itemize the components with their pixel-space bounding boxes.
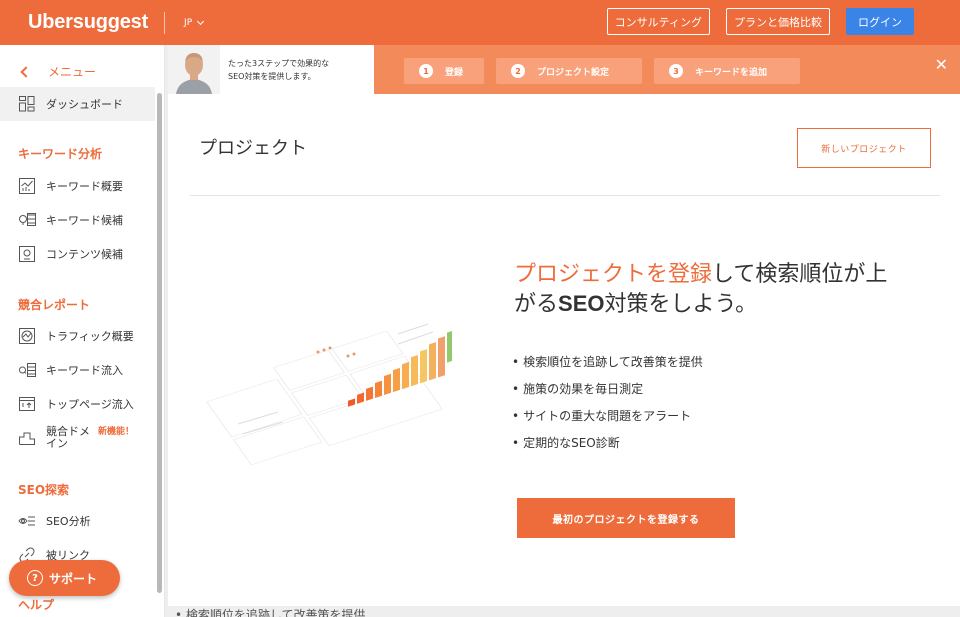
brand-logo[interactable]: Ubersuggest <box>28 11 148 34</box>
traffic-icon <box>17 326 37 346</box>
top-bar: Ubersuggest JP コンサルティング プランと価格比較 ログイン <box>0 0 960 45</box>
step-number: 2 <box>511 64 525 78</box>
onboarding-step-project-setup[interactable]: 2 プロジェクト設定 <box>496 58 642 84</box>
sidebar-item-label: SEO分析 <box>46 515 91 528</box>
sidebar-item-dashboard[interactable]: ダッシュボード <box>0 87 155 121</box>
sidebar-item-keyword-ideas[interactable]: キーワード候補 <box>0 203 155 237</box>
support-button[interactable]: ? サポート <box>9 560 120 596</box>
register-first-project-button[interactable]: 最初のプロジェクトを登録する <box>517 498 735 538</box>
language-selector[interactable]: JP <box>184 17 205 28</box>
sidebar-item-label: コンテンツ候補 <box>46 248 123 261</box>
top-pages-icon <box>17 394 37 414</box>
search-list-icon <box>17 360 37 380</box>
hero-text-1: して検索順位が上 <box>712 262 888 287</box>
hero-heading: プロジェクトを登録して検索順位が上がるSEO対策をしよう。 <box>514 260 934 319</box>
sidebar-item-seo-analysis[interactable]: SEO分析 <box>0 504 155 538</box>
new-feature-badge: 新機能！ <box>98 427 135 437</box>
close-icon[interactable]: ✕ <box>935 55 948 74</box>
onboarding-text-line2: SEO対策を提供します。 <box>228 71 316 81</box>
help-circle-icon: ? <box>27 570 43 586</box>
feature-item: 定期的なSEO診断 <box>512 434 620 451</box>
chevron-left-icon <box>20 65 32 78</box>
divider <box>190 195 940 196</box>
avatar <box>168 45 220 94</box>
step-number: 3 <box>669 64 683 78</box>
support-label: サポート <box>49 571 98 586</box>
section-competitor-report: 競合レポート <box>18 298 91 312</box>
login-button[interactable]: ログイン <box>846 8 914 35</box>
content-icon <box>17 244 37 264</box>
sidebar-item-label: ダッシュボード <box>46 98 123 111</box>
onboarding-text: たった3ステップで効果的な SEO対策を提供します。 <box>228 57 329 83</box>
header-divider <box>164 11 166 34</box>
feature-item: 検索順位を追跡して改善策を提供 <box>512 353 703 370</box>
step-label: プロジェクト設定 <box>537 67 610 78</box>
hero-highlight: プロジェクトを登録 <box>514 262 713 287</box>
feature-item: サイトの重大な問題をアラート <box>512 407 691 424</box>
language-label: JP <box>184 17 193 28</box>
menu-back-button[interactable]: メニュー <box>20 63 97 80</box>
sidebar-item-keyword-inflow[interactable]: キーワード流入 <box>0 353 155 387</box>
section-seo-explore: SEO探索 <box>18 483 70 497</box>
onboarding-card: たった3ステップで効果的な SEO対策を提供します。 <box>168 45 374 94</box>
new-project-button[interactable]: 新しいプロジェクト <box>797 128 931 168</box>
step-number: 1 <box>419 64 433 78</box>
sidebar-item-label: トラフィック概要 <box>46 330 134 343</box>
onboarding-step-add-keywords[interactable]: 3 キーワードを追加 <box>654 58 800 84</box>
onboarding-text-line1: たった3ステップで効果的な <box>228 58 330 68</box>
bottom-peek-text: • 検索順位を追跡して改善策を提供 <box>175 608 366 617</box>
sidebar-item-label: 競合ドメ イン <box>46 425 90 450</box>
dashboard-illustration <box>206 323 452 466</box>
sidebar-item-keyword-overview[interactable]: キーワード概要 <box>0 169 155 203</box>
feature-item: 施策の効果を毎日測定 <box>512 380 643 397</box>
onboarding-bar: たった3ステップで効果的な SEO対策を提供します。 1 登録 2 プロジェクト… <box>168 45 960 94</box>
page-title: プロジェクト <box>199 138 307 159</box>
section-help: ヘルプ <box>18 598 55 612</box>
step-label: 登録 <box>445 67 464 78</box>
sidebar-item-traffic-overview[interactable]: トラフィック概要 <box>0 319 155 353</box>
seo-analysis-icon <box>17 511 37 531</box>
sidebar-item-top-pages[interactable]: トップページ流入 <box>0 387 155 421</box>
menu-back-label: メニュー <box>48 65 97 79</box>
lightbulb-list-icon <box>17 210 37 230</box>
sidebar-item-label: キーワード候補 <box>46 214 123 227</box>
hero-seo: SEO <box>558 291 605 316</box>
hero-text-3: 対策をしよう。 <box>604 292 758 317</box>
domain-icon <box>17 428 37 448</box>
consulting-button[interactable]: コンサルティング <box>606 8 710 35</box>
sidebar: メニュー ダッシュボード キーワード分析 キーワード概要 キーワード候補 コンテ… <box>0 45 165 617</box>
sidebar-item-label: キーワード流入 <box>46 364 123 377</box>
sidebar-scrollbar[interactable] <box>157 93 162 593</box>
dashboard-icon <box>17 94 37 114</box>
sidebar-item-label: トップページ流入 <box>46 398 134 411</box>
sidebar-item-content-ideas[interactable]: コンテンツ候補 <box>0 237 155 271</box>
plans-button[interactable]: プランと価格比較 <box>726 8 830 35</box>
sidebar-item-label: キーワード概要 <box>46 180 123 193</box>
chevron-down-icon <box>197 17 205 25</box>
main-panel: プロジェクト 新しいプロジェクト プロジェクトを登録して検索順位が上 がるSEO… <box>168 94 960 606</box>
step-label: キーワードを追加 <box>695 67 768 78</box>
chart-icon <box>17 176 37 196</box>
hero-text-2: がる <box>514 292 559 317</box>
onboarding-step-register[interactable]: 1 登録 <box>404 58 484 84</box>
section-keyword-analysis: キーワード分析 <box>18 147 103 161</box>
